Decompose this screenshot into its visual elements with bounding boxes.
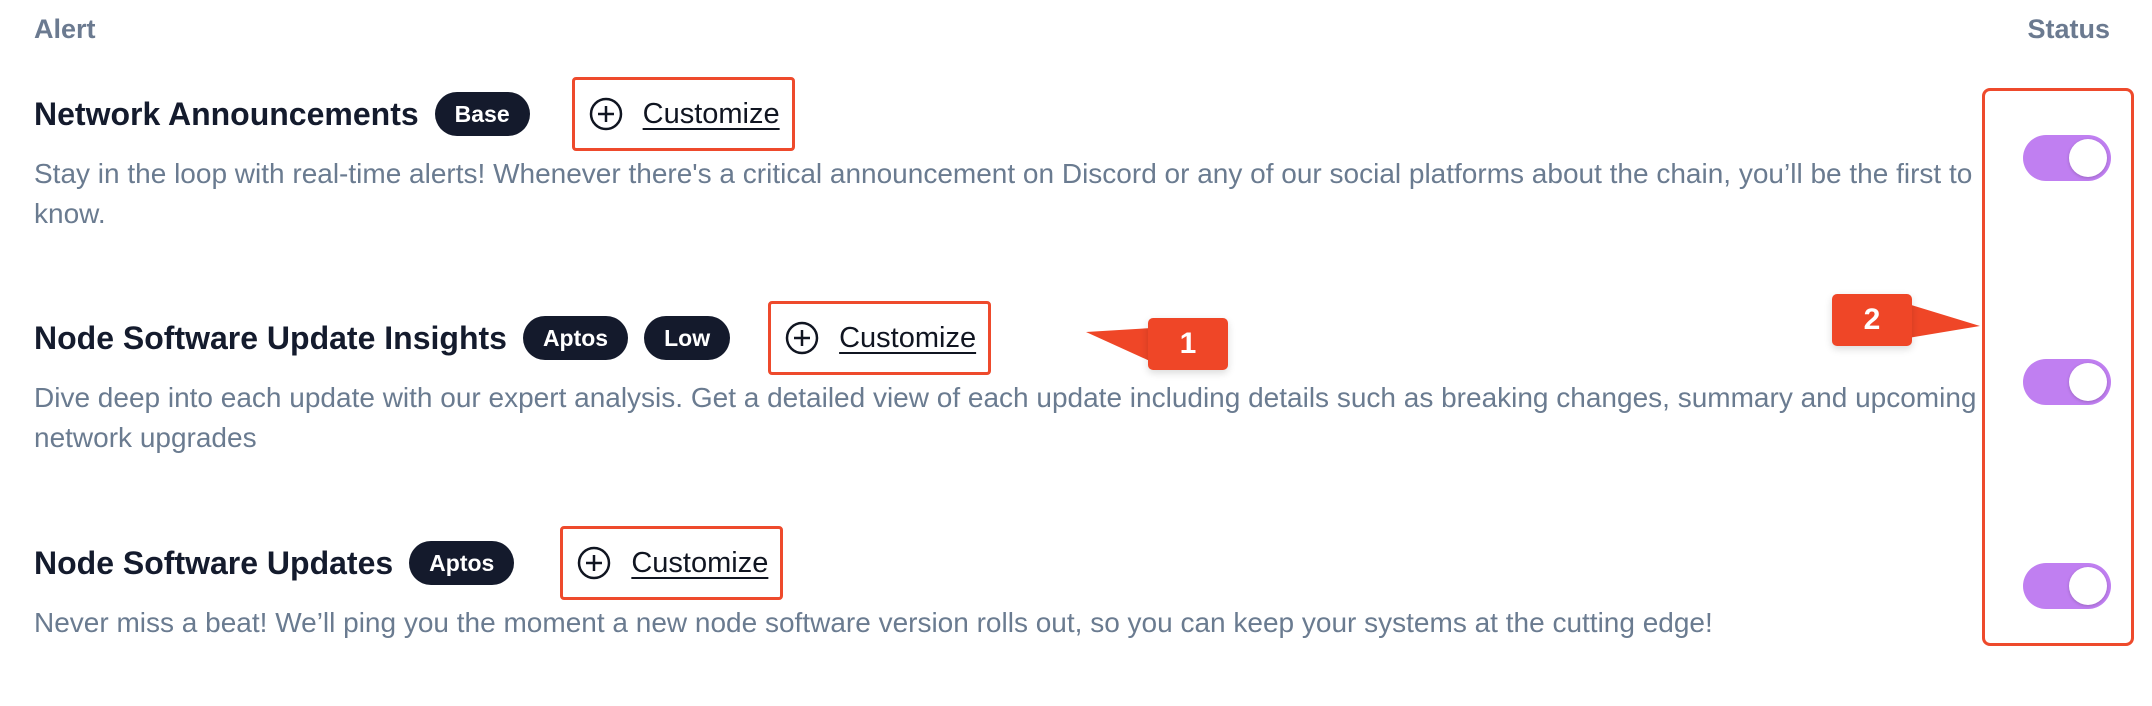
toggle-knob [2069, 567, 2107, 605]
callout-1-pointer-icon [1086, 328, 1152, 362]
status-column-header: Status [2027, 14, 2110, 44]
status-toggle-node-software-updates[interactable] [2023, 563, 2111, 609]
alert-row-node-software-updates: Node Software Updates Aptos Customize Ne… [34, 526, 1994, 643]
customize-highlight-box: Customize [571, 77, 795, 151]
alert-column-header: Alert [34, 14, 96, 44]
status-toggle-node-software-update-insights[interactable] [2023, 359, 2111, 405]
alert-row-node-software-update-insights: Node Software Update Insights Aptos Low … [34, 301, 1994, 458]
alert-title-line: Network Announcements Base Customize [34, 77, 1994, 151]
customize-label: Customize [631, 546, 769, 579]
customize-button[interactable]: Customize [785, 321, 976, 355]
alert-description: Dive deep into each update with our expe… [34, 382, 1977, 453]
alert-title: Node Software Update Insights [34, 319, 507, 356]
alert-title-line: Node Software Update Insights Aptos Low … [34, 301, 1994, 375]
customize-button[interactable]: Customize [577, 546, 768, 580]
plus-circle-icon [785, 321, 819, 355]
alert-title-line: Node Software Updates Aptos Customize [34, 526, 1994, 600]
alert-description: Never miss a beat! We’ll ping you the mo… [34, 607, 1713, 638]
plus-circle-icon [589, 97, 622, 131]
customize-highlight-box: Customize [768, 301, 992, 375]
customize-label: Customize [642, 97, 780, 130]
callout-1: 1 [1148, 318, 1228, 370]
customize-button[interactable]: Customize [589, 97, 780, 131]
alert-title: Node Software Updates [34, 544, 394, 581]
customize-label: Customize [839, 321, 977, 354]
alert-settings-page: Alert Status Network Announcements Base … [0, 0, 2152, 706]
customize-highlight-box: Customize [560, 526, 784, 600]
toggle-knob [2069, 363, 2107, 401]
plus-circle-icon [578, 546, 611, 580]
tag-badge: Aptos [409, 541, 515, 585]
tag-badge: Aptos [522, 316, 629, 360]
callout-2-pointer-icon [1908, 304, 1980, 338]
status-toggles-highlight-box [1982, 88, 2134, 646]
tag-badge: Base [434, 92, 530, 136]
toggle-knob [2069, 139, 2107, 177]
tag-badge: Low [644, 316, 731, 360]
alert-description: Stay in the loop with real-time alerts! … [34, 158, 1973, 229]
alert-title: Network Announcements [34, 95, 419, 132]
status-toggle-network-announcements[interactable] [2023, 135, 2111, 181]
alert-row-network-announcements: Network Announcements Base Customize Sta… [34, 77, 1994, 234]
callout-2: 2 [1832, 294, 1912, 346]
